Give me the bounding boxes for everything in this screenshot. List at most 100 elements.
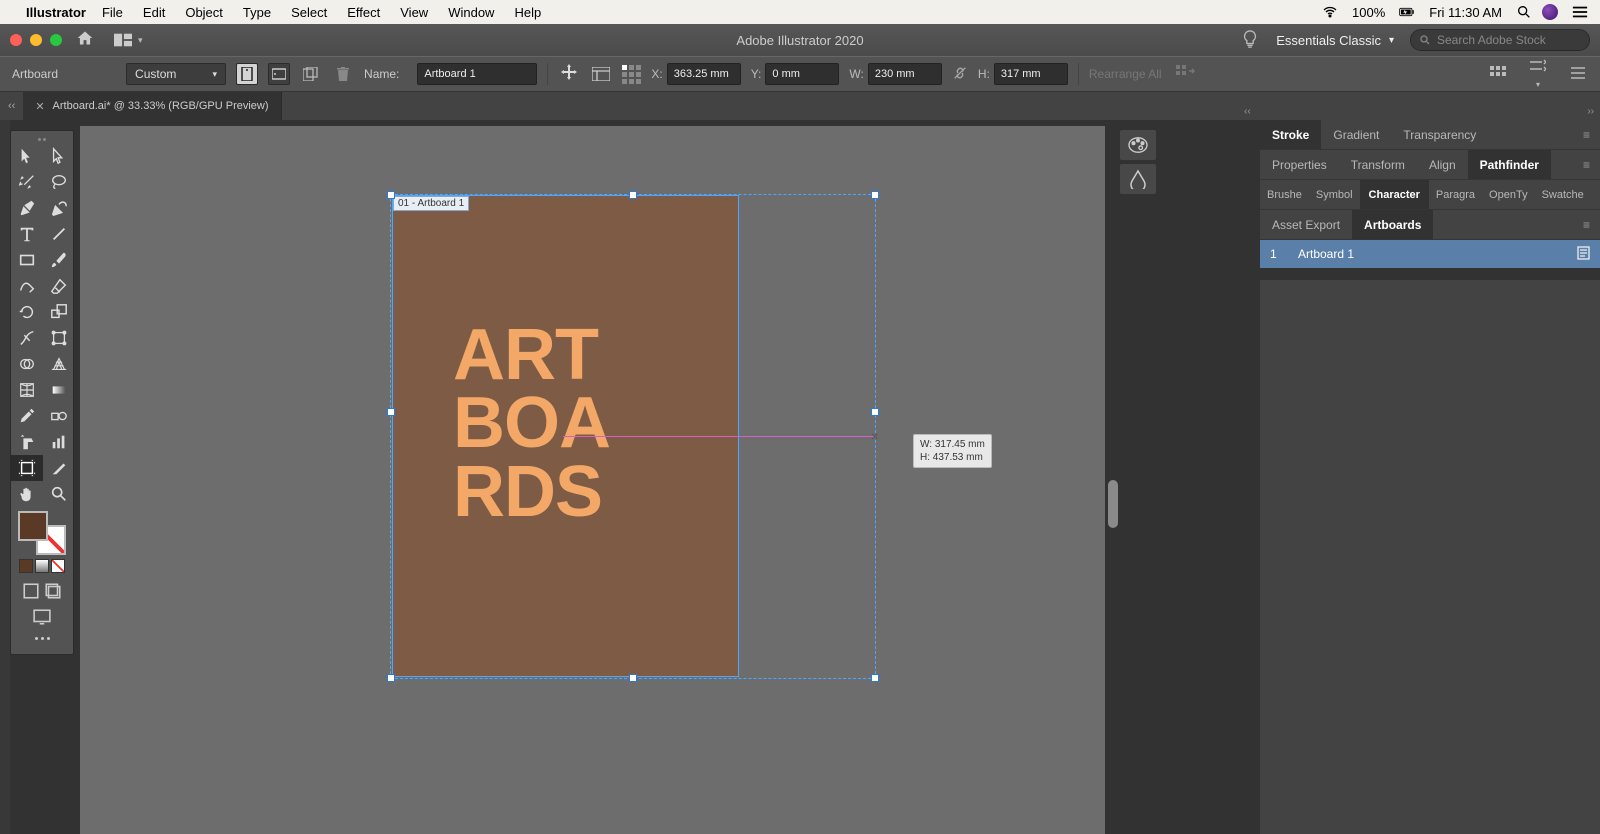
screen-mode-button[interactable] xyxy=(32,607,52,627)
w-input[interactable]: 230 mm xyxy=(868,63,942,85)
tab-symbols[interactable]: Symbol xyxy=(1309,180,1360,209)
menu-view[interactable]: View xyxy=(400,5,428,20)
none-mode-button[interactable] xyxy=(51,559,65,573)
menu-file[interactable]: File xyxy=(102,5,123,20)
color-panel-button[interactable] xyxy=(1120,130,1156,160)
resize-handle-mr[interactable] xyxy=(871,408,879,416)
portrait-orientation-button[interactable] xyxy=(236,63,258,85)
document-tab[interactable]: ✕ Artboard.ai* @ 33.33% (RGB/GPU Preview… xyxy=(23,92,281,120)
column-graph-tool[interactable] xyxy=(43,429,75,455)
free-transform-tool[interactable] xyxy=(43,325,75,351)
tab-artboards[interactable]: Artboards xyxy=(1352,210,1433,239)
landscape-orientation-button[interactable] xyxy=(268,63,290,85)
tab-gradient[interactable]: Gradient xyxy=(1321,120,1391,149)
line-segment-tool[interactable] xyxy=(43,221,75,247)
gradient-tool[interactable] xyxy=(43,377,75,403)
artboard-options-button[interactable] xyxy=(590,63,612,85)
gradient-mode-button[interactable] xyxy=(35,559,49,573)
panel-menu-2[interactable]: ≡ xyxy=(1573,158,1600,172)
resize-handle-tm[interactable] xyxy=(629,191,637,199)
selection-tool[interactable] xyxy=(11,143,43,169)
reference-point-selector[interactable] xyxy=(622,65,641,84)
battery-icon[interactable] xyxy=(1399,4,1415,20)
resize-handle-br[interactable] xyxy=(871,674,879,682)
edit-toolbar-button[interactable] xyxy=(35,631,50,646)
close-document-icon[interactable]: ✕ xyxy=(35,100,44,113)
x-input[interactable]: 363.25 mm xyxy=(667,63,741,85)
tab-opentype[interactable]: OpenTy xyxy=(1482,180,1535,209)
blend-tool[interactable] xyxy=(43,403,75,429)
menu-select[interactable]: Select xyxy=(291,5,327,20)
tab-swatches[interactable]: Swatche xyxy=(1535,180,1591,209)
wifi-icon[interactable] xyxy=(1322,4,1338,20)
link-wh-toggle[interactable] xyxy=(952,65,968,84)
toolbox-grip[interactable] xyxy=(11,135,73,143)
spotlight-icon[interactable] xyxy=(1516,4,1532,20)
slice-tool[interactable] xyxy=(43,455,75,481)
color-mode-button[interactable] xyxy=(19,559,33,573)
zoom-window-button[interactable] xyxy=(50,34,62,46)
symbol-sprayer-tool[interactable] xyxy=(11,429,43,455)
expand-panels-right-icon[interactable]: ‹‹ xyxy=(1244,106,1251,117)
draw-behind-mode[interactable] xyxy=(43,581,63,601)
adobe-stock-search[interactable]: Search Adobe Stock xyxy=(1410,29,1590,51)
fill-swatch[interactable] xyxy=(18,511,48,541)
menu-help[interactable]: Help xyxy=(514,5,541,20)
rotate-tool[interactable] xyxy=(11,299,43,325)
resize-handle-tr[interactable] xyxy=(871,191,879,199)
menu-effect[interactable]: Effect xyxy=(347,5,380,20)
rearrange-all-button[interactable]: Rearrange All xyxy=(1089,67,1162,81)
resize-handle-tl[interactable] xyxy=(387,191,395,199)
menu-object[interactable]: Object xyxy=(185,5,223,20)
tab-asset-export[interactable]: Asset Export xyxy=(1260,210,1352,239)
tab-transparency[interactable]: Transparency xyxy=(1391,120,1488,149)
expand-panels-left-icon[interactable]: ‹‹ xyxy=(0,100,23,112)
resize-handle-bl[interactable] xyxy=(387,674,395,682)
shaper-tool[interactable] xyxy=(11,273,43,299)
tab-paragraph[interactable]: Paragra xyxy=(1429,180,1482,209)
tab-properties[interactable]: Properties xyxy=(1260,150,1339,179)
zoom-tool[interactable] xyxy=(43,481,75,507)
home-button[interactable] xyxy=(76,30,94,50)
control-center-icon[interactable] xyxy=(1572,4,1588,20)
shape-builder-tool[interactable] xyxy=(11,351,43,377)
move-artwork-toggle[interactable] xyxy=(558,63,580,85)
collapse-panels-icon[interactable]: ›› xyxy=(1587,106,1594,117)
control-menu-icon[interactable] xyxy=(1568,67,1588,82)
width-tool[interactable] xyxy=(11,325,43,351)
normal-draw-mode[interactable] xyxy=(21,581,41,601)
artboard-list-item[interactable]: 1 Artboard 1 xyxy=(1260,240,1600,268)
mesh-tool[interactable] xyxy=(11,377,43,403)
direct-selection-tool[interactable] xyxy=(43,143,75,169)
h-input[interactable]: 317 mm xyxy=(994,63,1068,85)
arrange-documents-dropdown[interactable]: ▾ xyxy=(108,29,149,51)
rectangle-tool[interactable] xyxy=(11,247,43,273)
canvas[interactable]: 01 - Artboard 1 ART BOA RDS ✕ W: 317.45 … xyxy=(80,126,1105,834)
tab-brushes[interactable]: Brushe xyxy=(1260,180,1309,209)
paintbrush-tool[interactable] xyxy=(43,247,75,273)
rearrange-options-icon[interactable] xyxy=(1176,65,1196,84)
align-to-icon[interactable] xyxy=(1488,66,1508,83)
perspective-grid-tool[interactable] xyxy=(43,351,75,377)
vertical-scrollbar-thumb[interactable] xyxy=(1108,480,1118,528)
siri-icon[interactable] xyxy=(1542,4,1558,20)
close-window-button[interactable] xyxy=(10,34,22,46)
tab-stroke[interactable]: Stroke xyxy=(1260,120,1321,149)
artboard-tool[interactable] xyxy=(11,455,43,481)
y-input[interactable]: 0 mm xyxy=(765,63,839,85)
resize-handle-bm[interactable] xyxy=(629,674,637,682)
menu-edit[interactable]: Edit xyxy=(143,5,165,20)
resize-handle-ml[interactable] xyxy=(387,408,395,416)
delete-artboard-button[interactable] xyxy=(332,63,354,85)
app-name-menu[interactable]: Illustrator xyxy=(26,5,86,20)
scale-tool[interactable] xyxy=(43,299,75,325)
eyedropper-tool[interactable] xyxy=(11,403,43,429)
panel-menu-4[interactable]: ≡ xyxy=(1573,218,1600,232)
tab-transform[interactable]: Transform xyxy=(1339,150,1417,179)
color-guide-panel-button[interactable] xyxy=(1120,164,1156,194)
preset-dropdown[interactable]: Custom ▾ xyxy=(126,63,226,85)
preferences-icon[interactable]: ▾ xyxy=(1528,59,1548,90)
hand-tool[interactable] xyxy=(11,481,43,507)
lasso-tool[interactable] xyxy=(43,169,75,195)
workspace-switcher[interactable]: Essentials Classic ▾ xyxy=(1276,33,1394,48)
